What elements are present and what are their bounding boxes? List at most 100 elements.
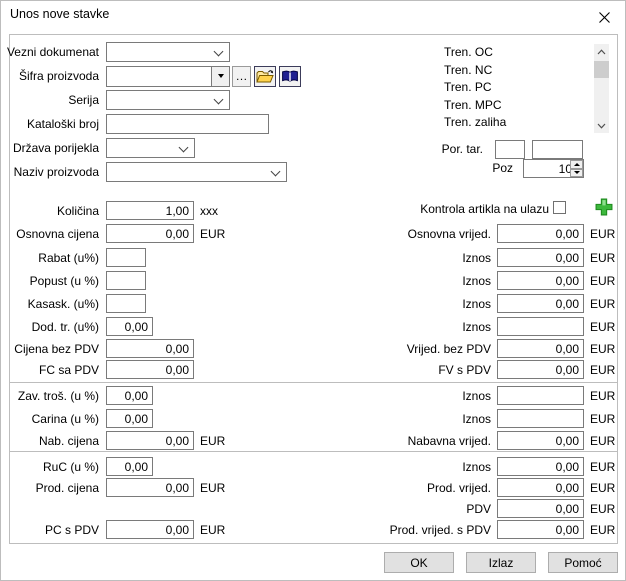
spin-up-button[interactable] [570, 160, 583, 169]
currency-suffix: EUR [590, 319, 616, 334]
vrijed-bez-pdv-input[interactable] [497, 339, 584, 358]
osnovna-cijena-input[interactable] [106, 224, 194, 243]
nabavna-vrijed-input[interactable] [497, 431, 584, 450]
iznos-input[interactable] [497, 271, 584, 290]
close-button[interactable] [595, 8, 613, 26]
cijena-bez-pdv-label: Cijena bez PDV [14, 341, 99, 356]
sifra-proizvoda-combo[interactable] [106, 65, 230, 87]
nab-cijena-row: Nab. cijena EUR [5, 431, 225, 450]
cijena-bez-pdv-input[interactable] [106, 339, 194, 358]
iznos-row: Iznos EUR [341, 271, 615, 290]
iznos-label: Iznos [462, 411, 491, 426]
iznos-input[interactable] [497, 294, 584, 313]
currency-suffix: EUR [590, 411, 616, 426]
prod-vrijed-s-pdv-input[interactable] [497, 520, 584, 539]
kataloski-broj-input[interactable] [106, 114, 269, 134]
prod-vrijed-s-pdv-label: Prod. vrijed. s PDV [389, 522, 491, 537]
drzava-porijekla-combo[interactable] [106, 138, 195, 158]
iznos-row: Iznos EUR [341, 409, 615, 428]
por-tar-input-1[interactable] [495, 140, 525, 159]
add-item-button[interactable] [594, 198, 613, 217]
currency-suffix: EUR [590, 226, 616, 241]
por-tar-label: Por. tar. [441, 142, 483, 156]
ruc-input[interactable] [106, 457, 153, 476]
kolicina-input[interactable] [106, 201, 194, 220]
osnovna-cijena-label: Osnovna cijena [16, 226, 99, 241]
pdv-input[interactable] [497, 499, 584, 518]
triangle-down-icon [217, 74, 224, 78]
triangle-up-icon [573, 162, 580, 166]
naziv-proizvoda-combo[interactable] [106, 162, 287, 182]
chevron-up-icon [597, 48, 606, 54]
izlaz-button[interactable]: Izlaz [466, 552, 536, 573]
rabat-row: Rabat (u%) [5, 248, 146, 267]
currency-suffix: EUR [590, 341, 616, 356]
carina-input[interactable] [106, 409, 153, 428]
poz-spinner[interactable] [523, 159, 584, 178]
fc-sa-pdv-input[interactable] [106, 360, 194, 379]
currency-suffix: EUR [590, 459, 616, 474]
popust-input[interactable] [106, 271, 146, 290]
fc-sa-pdv-label: FC sa PDV [38, 362, 99, 377]
dod-tr-input[interactable] [106, 317, 153, 336]
kasask-input[interactable] [106, 294, 146, 313]
catalog-book-button[interactable] [279, 65, 301, 87]
iznos-input[interactable] [497, 386, 584, 405]
currency-suffix: EUR [200, 522, 226, 537]
scroll-down-button[interactable] [594, 118, 609, 133]
scrollbar-thumb[interactable] [594, 61, 609, 78]
iznos-input[interactable] [497, 409, 584, 428]
browse-more-button[interactable]: … [232, 65, 251, 87]
serija-row: Serija [5, 90, 230, 110]
drzava-porijekla-label: Država porijekla [12, 141, 99, 155]
osnovna-cijena-row: Osnovna cijena EUR [5, 224, 225, 243]
osnovna-vrijed-label: Osnovna vrijed. [407, 226, 491, 241]
iznos-input[interactable] [497, 317, 584, 336]
nabavna-vrijed-row: Nabavna vrijed. EUR [341, 431, 615, 450]
prod-vrijed-input[interactable] [497, 478, 584, 497]
iznos-input[interactable] [497, 457, 584, 476]
fv-s-pdv-label: FV s PDV [438, 362, 491, 377]
vezni-dokumenat-row: Vezni dokumenat [5, 42, 230, 62]
kontrola-artikla-checkbox[interactable] [553, 201, 566, 214]
vezni-dokumenat-combo[interactable] [106, 42, 230, 62]
currency-suffix: EUR [590, 433, 616, 448]
unos-nove-stavke-dialog: Unos nove stavke Vezni dokumenat Šifra p… [0, 0, 626, 581]
zav-tros-input[interactable] [106, 386, 153, 405]
dropdown-button[interactable] [211, 66, 229, 86]
cijena-bez-pdv-row: Cijena bez PDV [5, 339, 194, 358]
iznos-input[interactable] [497, 248, 584, 267]
prod-cijena-input[interactable] [106, 478, 194, 497]
currency-suffix: EUR [590, 388, 616, 403]
por-tar-input-2[interactable] [532, 140, 583, 159]
iznos-row: Iznos EUR [341, 294, 615, 313]
chevron-down-icon [213, 94, 224, 105]
tren-list-scrollbar[interactable] [594, 44, 609, 133]
spin-down-button[interactable] [570, 168, 583, 177]
pdv-row: PDV EUR [341, 499, 615, 518]
dialog-title: Unos nove stavke [10, 7, 110, 21]
open-folder-button[interactable] [254, 65, 276, 87]
list-item: Tren. zaliha [444, 115, 507, 129]
poz-input[interactable] [524, 160, 574, 177]
pomoc-button[interactable]: Pomoć [548, 552, 618, 573]
osnovna-vrijed-input[interactable] [497, 224, 584, 243]
rabat-input[interactable] [106, 248, 146, 267]
iznos-label: Iznos [462, 273, 491, 288]
serija-combo[interactable] [106, 90, 230, 110]
vrijed-bez-pdv-row: Vrijed. bez PDV EUR [341, 339, 615, 358]
ok-button[interactable]: OK [384, 552, 454, 573]
pc-s-pdv-input[interactable] [106, 520, 194, 539]
section-divider [9, 451, 618, 452]
scroll-up-button[interactable] [594, 44, 609, 59]
nab-cijena-label: Nab. cijena [38, 433, 99, 448]
currency-suffix: EUR [200, 433, 226, 448]
poz-label: Poz [492, 161, 513, 175]
dod-tr-row: Dod. tr. (u%) [5, 317, 153, 336]
naziv-proizvoda-label: Naziv proizvoda [13, 165, 99, 179]
fv-s-pdv-input[interactable] [497, 360, 584, 379]
currency-suffix: EUR [590, 362, 616, 377]
nab-cijena-input[interactable] [106, 431, 194, 450]
popust-label: Popust (u %) [29, 273, 99, 288]
iznos-label: Iznos [462, 296, 491, 311]
